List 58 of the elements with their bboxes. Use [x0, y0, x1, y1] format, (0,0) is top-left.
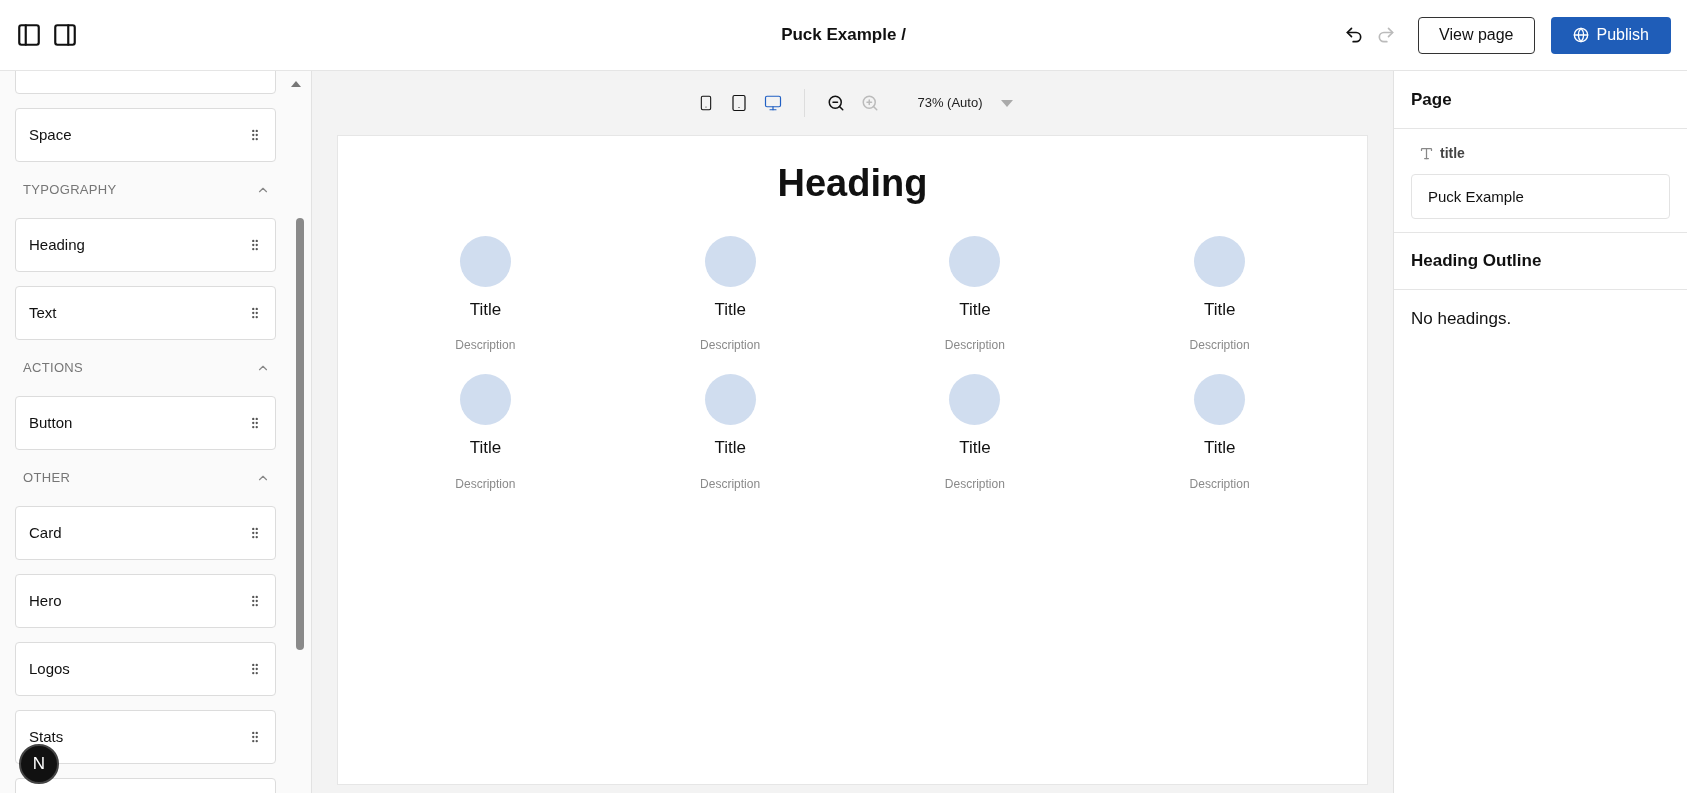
- component-label: Hero: [29, 590, 62, 611]
- component-card[interactable]: Hero: [15, 574, 276, 628]
- zoom-select[interactable]: 73% (Auto): [917, 93, 1013, 113]
- card-description: Description: [1189, 475, 1250, 493]
- category-label: TYPOGRAPHY: [23, 181, 117, 200]
- publish-button[interactable]: Publish: [1550, 16, 1671, 54]
- card-description: Description: [944, 475, 1005, 493]
- card-title: Title: [469, 437, 502, 459]
- component-label: Card: [29, 522, 62, 543]
- globe-icon: [1572, 27, 1589, 43]
- card-description: Description: [455, 475, 516, 493]
- zoom-in-icon: [861, 94, 880, 112]
- desktop-icon: [764, 94, 783, 112]
- component-card[interactable]: Text: [15, 286, 276, 340]
- card-title: Title: [959, 437, 991, 459]
- component-label: Space: [29, 124, 72, 145]
- section-title: Heading Outline: [1411, 250, 1542, 273]
- zoom-out-icon: [827, 94, 846, 112]
- card-description: Description: [1189, 337, 1250, 354]
- card-description: Description: [944, 337, 1005, 354]
- title-input-field[interactable]: Puck Example: [1411, 174, 1670, 219]
- card-title: Title: [714, 437, 746, 459]
- view-page-button[interactable]: View page: [1418, 16, 1535, 54]
- card-title: Title: [714, 298, 746, 321]
- category-label: OTHER: [23, 469, 71, 488]
- component-label: Button: [29, 412, 73, 433]
- dropdown-caret-icon: [1000, 99, 1013, 107]
- component-card[interactable]: Space: [15, 108, 276, 162]
- component-label: Heading: [29, 234, 85, 255]
- component-label: Logos: [29, 658, 70, 679]
- left-panel-toggle[interactable]: [16, 22, 42, 48]
- card-title: Title: [469, 298, 502, 321]
- scrollbar-up-arrow-icon[interactable]: [291, 81, 301, 87]
- component-card[interactable]: Card: [15, 506, 276, 560]
- component-card[interactable]: Heading: [15, 218, 276, 272]
- page-heading: Heading: [777, 161, 928, 206]
- card-description: Description: [700, 337, 761, 354]
- left-panel-icon: [16, 22, 42, 48]
- page-title: Puck Example /: [781, 24, 906, 47]
- component-card[interactable]: Logos: [15, 642, 276, 696]
- card-description: Description: [455, 337, 516, 354]
- right-panel-toggle[interactable]: [52, 22, 78, 48]
- empty-outline-message: No headings.: [1411, 309, 1512, 328]
- redo-icon: [1376, 25, 1397, 45]
- component-card[interactable]: Button: [15, 396, 276, 450]
- card-title: Title: [959, 298, 991, 321]
- tablet-icon: [730, 94, 749, 112]
- right-panel-icon: [52, 22, 78, 48]
- card-title: Title: [1203, 437, 1236, 459]
- component-label: Text: [29, 302, 57, 323]
- card-title: Title: [1203, 298, 1236, 321]
- card-description: Description: [700, 475, 761, 493]
- scrollbar-thumb[interactable]: [296, 218, 304, 650]
- field-label: title: [1440, 144, 1465, 163]
- component-label: Stats: [29, 726, 64, 747]
- panel-title: Page: [1411, 88, 1452, 111]
- text-field-icon: [1419, 146, 1434, 161]
- category-label: ACTIONS: [23, 359, 84, 378]
